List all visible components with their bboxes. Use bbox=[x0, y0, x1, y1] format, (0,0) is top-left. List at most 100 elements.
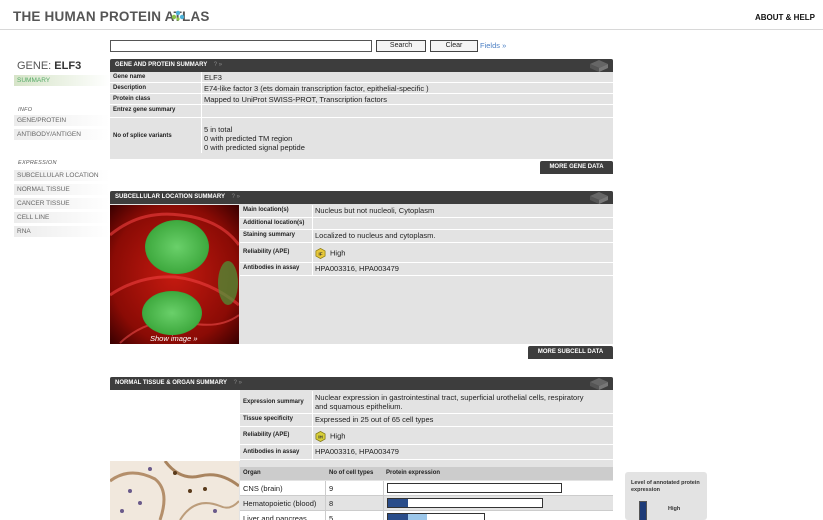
more-gene-data-button[interactable]: MORE GENE DATA bbox=[540, 161, 613, 174]
tissue-specificity-row: Tissue specificity Expressed in 25 out o… bbox=[240, 414, 613, 427]
subcell-title: SUBCELLULAR LOCATION SUMMARY bbox=[115, 194, 225, 200]
column-divider bbox=[325, 481, 326, 496]
main-location-row: Main location(s) Nucleus but not nucleol… bbox=[240, 205, 613, 218]
row-label: Antibodies in assay bbox=[243, 265, 300, 271]
search-input[interactable] bbox=[110, 40, 372, 52]
entrez-row: Entrez gene summary bbox=[110, 105, 613, 118]
expression-bar-high bbox=[388, 514, 408, 520]
row-value: HPA003316, HPA003479 bbox=[315, 447, 399, 456]
column-divider bbox=[201, 72, 202, 153]
organ-row[interactable]: Hematopoietic (blood) 8 bbox=[240, 496, 613, 511]
logo-dots-icon bbox=[171, 10, 185, 21]
antibodies-row: Antibodies in assay HPA003316, HPA003479 bbox=[240, 263, 613, 276]
row-value: HPA003316, HPA003479 bbox=[315, 264, 399, 273]
organ-name: Liver and pancreas bbox=[243, 514, 307, 520]
row-value: ELF3 bbox=[204, 73, 222, 82]
expression-bar bbox=[387, 513, 485, 520]
organ-cell-types: 5 bbox=[329, 514, 334, 520]
nav-cancer-tissue[interactable]: CANCER TISSUE bbox=[14, 198, 110, 209]
nav-rna[interactable]: RNA bbox=[14, 226, 110, 237]
cell-micrograph bbox=[110, 205, 239, 344]
splice-variants-row: No of splice variants 5 in total 0 with … bbox=[110, 118, 613, 153]
subcell-header: SUBCELLULAR LOCATION SUMMARY ? » bbox=[110, 191, 613, 204]
nav-subcellular-location[interactable]: SUBCELLULAR LOCATION bbox=[14, 170, 110, 181]
organ-name: CNS (brain) bbox=[243, 484, 283, 493]
row-label: Protein class bbox=[113, 96, 151, 102]
row-value: E74-like factor 3 (ets domain transcript… bbox=[204, 84, 429, 93]
gene-prefix: GENE: bbox=[17, 60, 52, 72]
gene-summary-header: GENE AND PROTEIN SUMMARY ? » bbox=[110, 59, 613, 72]
gene-name: ELF3 bbox=[54, 60, 82, 72]
nav-info-heading: INFO bbox=[18, 107, 33, 113]
nav-summary[interactable]: SUMMARY bbox=[14, 75, 110, 86]
row-label: Expression summary bbox=[243, 399, 304, 405]
row-label: Staining summary bbox=[243, 232, 296, 238]
row-label: Reliability (APE) bbox=[243, 249, 290, 255]
reliability-value: High bbox=[330, 248, 346, 258]
subcellular-image[interactable] bbox=[110, 205, 239, 344]
organ-row[interactable]: CNS (brain) 9 bbox=[240, 481, 613, 496]
gene-title: GENE: ELF3 bbox=[17, 60, 81, 72]
column-divider bbox=[312, 391, 313, 460]
clear-button[interactable]: Clear bbox=[430, 40, 478, 52]
row-label: Antibodies in assay bbox=[243, 449, 300, 455]
legend-high-label: High bbox=[668, 506, 681, 512]
organ-name: Hematopoietic (blood) bbox=[243, 499, 317, 508]
subcell-help-link[interactable]: ? » bbox=[232, 194, 240, 200]
cube-icon bbox=[590, 60, 608, 72]
search-button[interactable]: Search bbox=[376, 40, 426, 52]
row-value-line: 0 with predicted signal peptide bbox=[204, 143, 305, 152]
row-value: Expressed in 25 out of 65 cell types bbox=[315, 415, 434, 424]
show-image-link[interactable]: Show image » bbox=[150, 334, 198, 343]
expression-bar bbox=[387, 483, 562, 493]
badge-text: IF bbox=[318, 252, 322, 257]
column-divider bbox=[325, 511, 326, 520]
nav-antibody-antigen[interactable]: ANTIBODY/ANTIGEN bbox=[14, 129, 110, 140]
column-divider bbox=[325, 496, 326, 511]
if-badge-icon: IF bbox=[315, 248, 326, 259]
expression-legend: Level of annotated protein expression Hi… bbox=[625, 472, 707, 520]
tissue-image-placeholder bbox=[110, 390, 240, 461]
reliability-row: Reliability (APE) IF High bbox=[240, 243, 613, 263]
organ-cell-types: 9 bbox=[329, 484, 334, 493]
nav-gene-protein[interactable]: GENE/PROTEIN bbox=[14, 115, 110, 126]
cell-types-header: No of cell types bbox=[329, 470, 374, 476]
row-value-line: and squamous epithelium. bbox=[315, 402, 403, 411]
protein-class-row: Protein class Mapped to UniProt SWISS-PR… bbox=[110, 94, 613, 105]
row-value-line: Nuclear expression in gastrointestinal t… bbox=[315, 393, 584, 402]
row-value: Localized to nucleus and cytoplasm. bbox=[315, 231, 436, 240]
more-subcell-data-button[interactable]: MORE SUBCELL DATA bbox=[528, 346, 613, 359]
row-label: No of splice variants bbox=[113, 133, 172, 139]
reliability-value: High bbox=[330, 431, 346, 441]
expression-bar bbox=[387, 498, 543, 508]
row-label: Entrez gene summary bbox=[113, 107, 176, 113]
organ-header: Organ bbox=[243, 470, 261, 476]
row-label: Gene name bbox=[113, 74, 146, 80]
gene-summary-help-link[interactable]: ? » bbox=[214, 62, 222, 68]
organ-row[interactable]: Liver and pancreas 5 bbox=[240, 511, 613, 520]
fields-link[interactable]: Fields » bbox=[480, 41, 506, 50]
row-value: Nucleus but not nucleoli, Cytoplasm bbox=[315, 206, 435, 215]
row-value-line: 0 with predicted TM region bbox=[204, 134, 293, 143]
gene-summary-title: GENE AND PROTEIN SUMMARY bbox=[115, 62, 208, 68]
tissue-micrograph bbox=[110, 461, 239, 520]
cube-icon bbox=[590, 192, 608, 204]
about-help-link[interactable]: ABOUT & HELP bbox=[755, 13, 815, 22]
tissue-header: NORMAL TISSUE & ORGAN SUMMARY ? » bbox=[110, 377, 613, 390]
nav-cell-line[interactable]: CELL LINE bbox=[14, 212, 110, 223]
badge-text: IH bbox=[318, 435, 323, 440]
row-label: Reliability (APE) bbox=[243, 432, 290, 438]
additional-location-row: Additional location(s) bbox=[240, 218, 613, 230]
nav-expression-heading: EXPRESSION bbox=[18, 160, 57, 166]
row-value: IF High bbox=[315, 248, 345, 259]
ih-badge-icon: IH bbox=[315, 431, 326, 442]
nav-normal-tissue[interactable]: NORMAL TISSUE bbox=[14, 184, 110, 195]
tissue-antibodies-row: Antibodies in assay HPA003316, HPA003479 bbox=[240, 445, 613, 460]
column-divider bbox=[383, 481, 384, 496]
protein-expression-header: Protein expression bbox=[386, 470, 441, 476]
tissue-help-link[interactable]: ? » bbox=[234, 380, 242, 386]
legend-swatch bbox=[639, 501, 647, 520]
tissue-image[interactable] bbox=[110, 461, 239, 520]
staining-summary-row: Staining summary Localized to nucleus an… bbox=[240, 230, 613, 243]
cube-icon bbox=[590, 378, 608, 390]
